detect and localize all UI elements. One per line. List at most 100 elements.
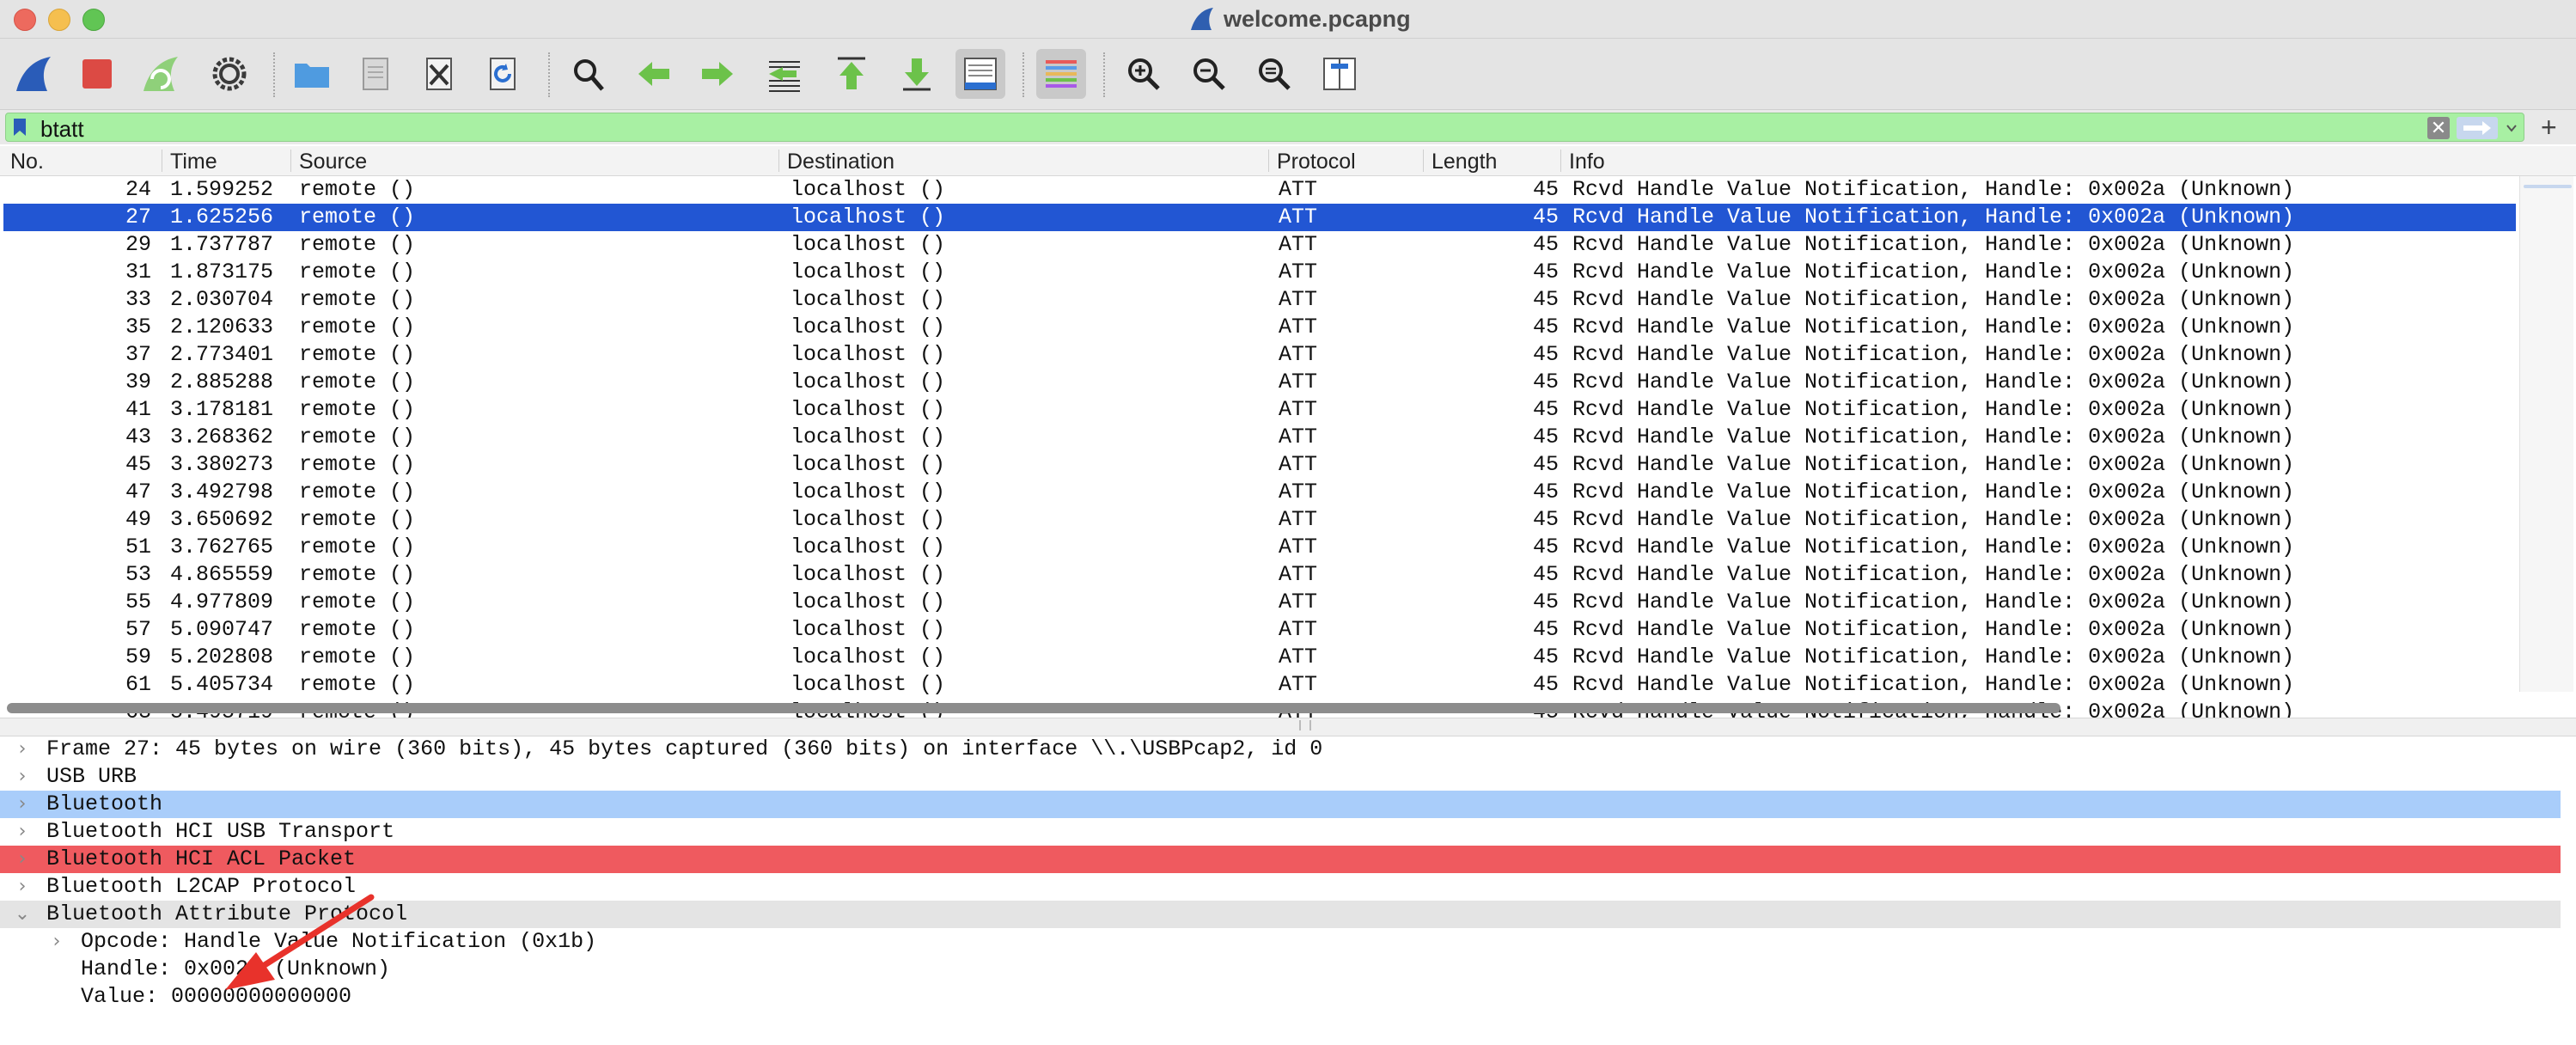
- colorize-button[interactable]: [1036, 49, 1086, 99]
- open-file-button[interactable]: [287, 49, 337, 99]
- column-header-source[interactable]: Source: [299, 150, 367, 174]
- zoom-window-button[interactable]: [82, 9, 105, 31]
- packet-protocol-cell: ATT: [1279, 232, 1318, 257]
- packet-destination-cell: localhost (): [791, 480, 946, 504]
- table-row[interactable]: 43 3.268362 remote () localhost () ATT 45 Rcvd…: [3, 424, 2516, 451]
- packet-destination-cell: localhost (): [791, 260, 946, 284]
- table-row[interactable]: 47 3.492798 remote () localhost () ATT 45 Rcvd…: [3, 479, 2516, 506]
- detail-tree-item[interactable]: Value: 00000000000000: [0, 983, 2561, 1011]
- scrollbar-thumb[interactable]: [2524, 185, 2572, 188]
- packet-length-cell: 45: [1532, 562, 1559, 587]
- minimize-window-button[interactable]: [48, 9, 70, 31]
- column-header-length[interactable]: Length: [1431, 150, 1497, 174]
- zoom-normal-button[interactable]: [1249, 49, 1299, 99]
- pane-splitter[interactable]: [0, 718, 2576, 736]
- detail-tree-item[interactable]: › Bluetooth HCI USB Transport: [0, 818, 2561, 846]
- chevron-right-icon[interactable]: ›: [14, 736, 31, 763]
- packet-list-horizontal-scrollbar[interactable]: [7, 703, 2060, 713]
- close-file-button[interactable]: [414, 49, 464, 99]
- packet-info-cell: Rcvd Handle Value Notification, Handle: …: [1572, 645, 2295, 669]
- recent-filters-dropdown[interactable]: [2505, 115, 2518, 146]
- reload-file-button[interactable]: [478, 49, 528, 99]
- close-window-button[interactable]: [14, 9, 36, 31]
- resize-columns-button[interactable]: [1315, 49, 1364, 99]
- go-first-packet-button[interactable]: [827, 49, 876, 99]
- table-row[interactable]: 59 5.202808 remote () localhost () ATT 45 Rcvd…: [3, 644, 2516, 671]
- packet-time-cell: 1.599252: [170, 177, 274, 202]
- packet-destination-cell: localhost (): [791, 590, 946, 614]
- table-row[interactable]: 24 1.599252 remote () localhost () ATT 45 Rcvd…: [3, 176, 2516, 204]
- table-row[interactable]: 37 2.773401 remote () localhost () ATT 45 Rcvd…: [3, 341, 2516, 369]
- packet-protocol-cell: ATT: [1279, 452, 1318, 477]
- chevron-right-icon[interactable]: ›: [14, 791, 31, 818]
- table-row[interactable]: 53 4.865559 remote () localhost () ATT 45 Rcvd…: [3, 561, 2516, 589]
- table-row[interactable]: 55 4.977809 remote () localhost () ATT 45 Rcvd…: [3, 589, 2516, 616]
- arrow-up-icon: [838, 57, 865, 89]
- display-filter-input[interactable]: btatt ✕: [5, 113, 2524, 142]
- table-row[interactable]: 27 1.625256 remote () localhost () ATT 45 Rcvd…: [3, 204, 2516, 231]
- clear-filter-button[interactable]: ✕: [2427, 117, 2450, 139]
- detail-tree-item[interactable]: › Bluetooth L2CAP Protocol: [0, 873, 2561, 901]
- detail-tree-item[interactable]: ⌄ Bluetooth Attribute Protocol: [0, 901, 2561, 928]
- save-file-button[interactable]: [351, 49, 400, 99]
- packet-time-cell: 2.885288: [170, 370, 274, 394]
- go-forward-button[interactable]: [693, 49, 742, 99]
- table-row[interactable]: 45 3.380273 remote () localhost () ATT 45 Rcvd…: [3, 451, 2516, 479]
- table-row[interactable]: 33 2.030704 remote () localhost () ATT 45 Rcvd…: [3, 286, 2516, 314]
- table-row[interactable]: 31 1.873175 remote () localhost () ATT 45 Rcvd…: [3, 259, 2516, 286]
- chevron-right-icon[interactable]: ›: [14, 873, 31, 901]
- column-header-protocol[interactable]: Protocol: [1277, 150, 1356, 174]
- go-last-packet-button[interactable]: [892, 49, 942, 99]
- shark-fin-icon: [16, 57, 51, 91]
- chevron-down-icon[interactable]: ⌄: [14, 901, 31, 928]
- detail-tree-item[interactable]: Handle: 0x002a (Unknown): [0, 956, 2561, 983]
- apply-filter-button[interactable]: [2457, 117, 2498, 139]
- packet-info-cell: Rcvd Handle Value Notification, Handle: …: [1572, 425, 2295, 449]
- find-packet-button[interactable]: [564, 49, 613, 99]
- packet-list-vertical-scrollbar[interactable]: [2519, 176, 2573, 692]
- packet-time-cell: 3.380273: [170, 452, 274, 477]
- column-header-destination[interactable]: Destination: [787, 150, 894, 174]
- table-row[interactable]: 51 3.762765 remote () localhost () ATT 45 Rcvd…: [3, 534, 2516, 561]
- column-header-no[interactable]: No.: [10, 150, 44, 174]
- bookmark-icon[interactable]: [13, 118, 27, 137]
- display-filter-value[interactable]: btatt: [40, 116, 84, 143]
- go-back-button[interactable]: [629, 49, 679, 99]
- packet-info-cell: Rcvd Handle Value Notification, Handle: …: [1572, 397, 2295, 422]
- chevron-right-icon[interactable]: ›: [48, 928, 65, 956]
- zoom-in-button[interactable]: [1119, 49, 1169, 99]
- table-row[interactable]: 61 5.405734 remote () localhost () ATT 45 Rcvd…: [3, 671, 2516, 699]
- zoom-out-button[interactable]: [1184, 49, 1234, 99]
- chevron-right-icon[interactable]: ›: [14, 763, 31, 791]
- start-capture-button[interactable]: [9, 49, 58, 99]
- chevron-right-icon[interactable]: ›: [14, 846, 31, 873]
- packet-number-cell: 59: [125, 645, 151, 669]
- table-row[interactable]: 29 1.737787 remote () localhost () ATT 45 Rcvd…: [3, 231, 2516, 259]
- column-header-info[interactable]: Info: [1569, 150, 1605, 174]
- detail-tree-item[interactable]: › USB URB: [0, 763, 2561, 791]
- table-row[interactable]: 57 5.090747 remote () localhost () ATT 45 Rcvd…: [3, 616, 2516, 644]
- packet-number-cell: 49: [125, 507, 151, 532]
- stop-capture-button[interactable]: [72, 49, 122, 99]
- table-row[interactable]: 35 2.120633 remote () localhost () ATT 45 Rcvd…: [3, 314, 2516, 341]
- detail-tree-item[interactable]: › Bluetooth HCI ACL Packet: [0, 846, 2561, 873]
- go-to-packet-button[interactable]: [760, 49, 809, 99]
- detail-tree-item[interactable]: › Opcode: Handle Value Notification (0x1b…: [0, 928, 2561, 956]
- table-row[interactable]: 39 2.885288 remote () localhost () ATT 45 Rcvd…: [3, 369, 2516, 396]
- packet-time-cell: 1.625256: [170, 205, 274, 229]
- detail-tree-item[interactable]: › Bluetooth: [0, 791, 2561, 818]
- add-filter-button-button[interactable]: +: [2541, 112, 2557, 144]
- table-row[interactable]: 41 3.178181 remote () localhost () ATT 45 Rcvd…: [3, 396, 2516, 424]
- chevron-right-icon[interactable]: ›: [14, 818, 31, 846]
- restart-capture-button[interactable]: [136, 49, 186, 99]
- detail-tree-item[interactable]: › Frame 27: 45 bytes on wire (360 bits), …: [0, 736, 2561, 763]
- zoom-normal-icon: [1259, 58, 1291, 90]
- packet-length-cell: 45: [1532, 260, 1559, 284]
- table-row[interactable]: 49 3.650692 remote () localhost () ATT 45 Rcvd…: [3, 506, 2516, 534]
- detail-tree-label: Value: 00000000000000: [81, 984, 352, 1009]
- column-header-time[interactable]: Time: [170, 150, 217, 174]
- auto-scroll-button[interactable]: [955, 49, 1005, 99]
- capture-options-button[interactable]: [204, 49, 254, 99]
- packet-info-cell: Rcvd Handle Value Notification, Handle: …: [1572, 232, 2295, 257]
- detail-tree-label: Bluetooth L2CAP Protocol: [46, 874, 357, 899]
